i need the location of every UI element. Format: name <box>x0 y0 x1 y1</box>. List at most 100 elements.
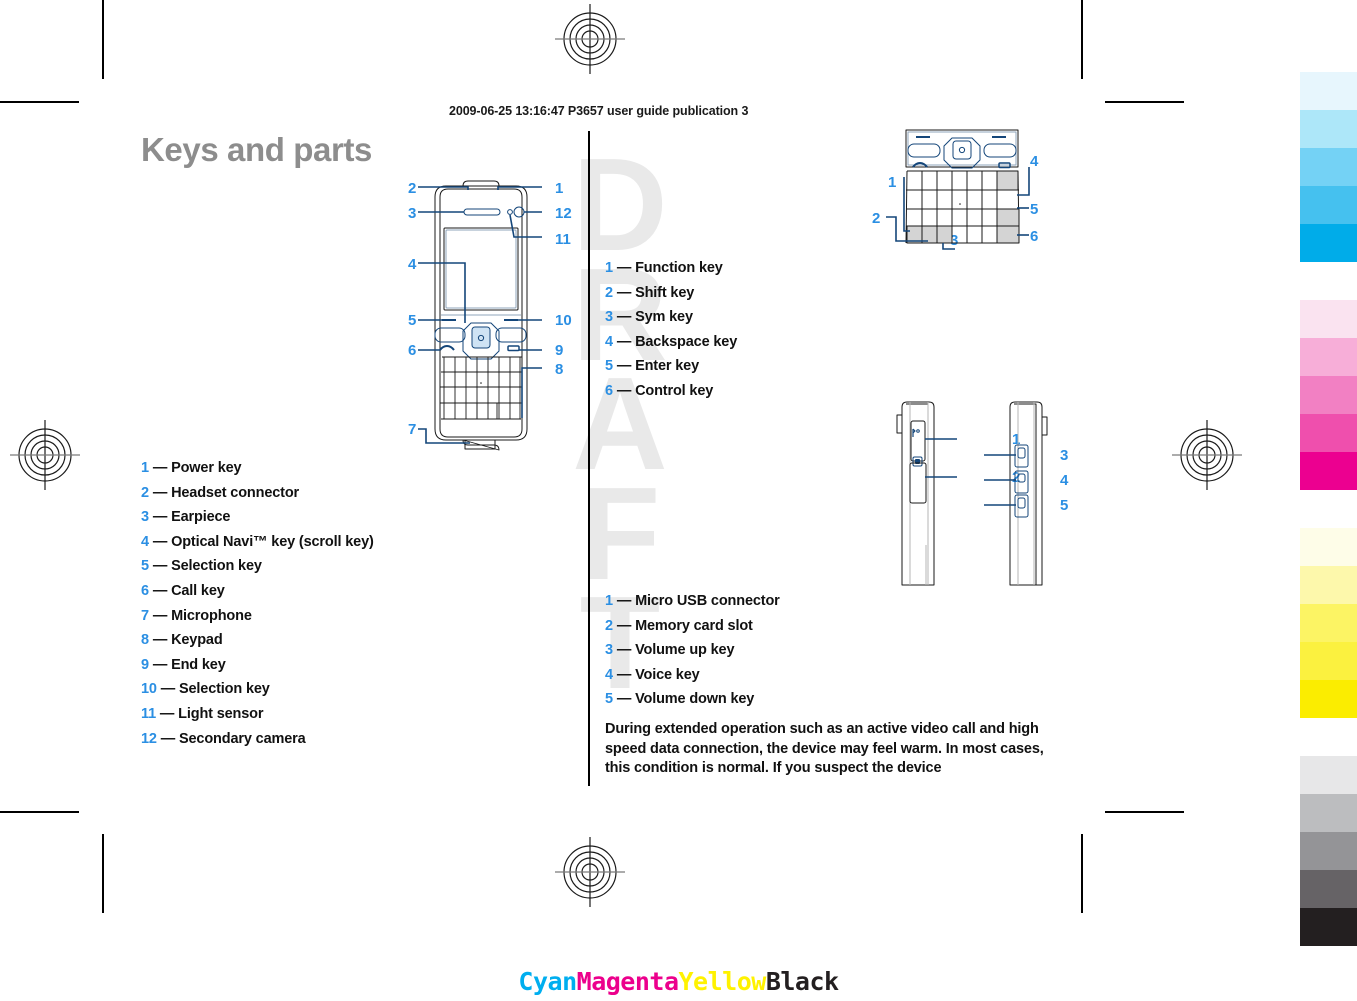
legend-label: Control key <box>635 382 714 399</box>
legend-item: 6 — Call key <box>141 579 374 604</box>
registration-target-top <box>555 4 625 74</box>
phone-keyboard-diagram <box>872 125 1062 260</box>
legend-number: 2 <box>605 617 613 634</box>
legend-number: 4 <box>605 666 613 683</box>
color-group-gap <box>1300 718 1357 756</box>
color-swatch <box>1300 756 1357 794</box>
legend-label: Enter key <box>635 358 699 375</box>
color-swatch <box>1300 528 1357 566</box>
legend-dash: — <box>616 593 632 609</box>
color-swatch <box>1300 224 1357 262</box>
color-swatch <box>1300 680 1357 718</box>
color-swatch <box>1300 72 1357 110</box>
legend-dash: — <box>616 309 632 326</box>
registration-target-left <box>10 420 80 490</box>
cmyk-caption: CyanMagentaYellowBlack <box>0 967 1357 996</box>
legend-dash: — <box>152 607 168 624</box>
legend-dash: — <box>152 582 168 599</box>
color-swatch <box>1300 186 1357 224</box>
legend-dash: — <box>160 681 176 698</box>
crop-mark-bottom-left-horizontal <box>0 811 79 813</box>
press-color-control-bar <box>1300 72 1357 946</box>
legend-item: 2 — Memory card slot <box>605 614 780 639</box>
legend-label: Selection key <box>171 558 262 575</box>
legend-item: 2 — Headset connector <box>141 481 374 506</box>
cmyk-label-cyan: Cyan <box>518 967 577 996</box>
color-group-cyan <box>1300 72 1357 262</box>
color-group-black <box>1300 756 1357 946</box>
color-swatch <box>1300 300 1357 338</box>
legend-number: 1 <box>605 260 613 276</box>
legend-dash: — <box>152 558 168 575</box>
color-group-gap <box>1300 262 1357 300</box>
legend-dash: — <box>152 632 168 649</box>
legend-dash: — <box>152 533 168 550</box>
legend-label: Backspace key <box>635 333 738 350</box>
registration-target-bottom <box>555 837 625 907</box>
legend-dash: — <box>616 617 632 634</box>
legend-label: Micro USB connector <box>635 593 780 609</box>
legend-item: 1 — Function key <box>605 256 737 281</box>
body-paragraph: During extended operation such as an act… <box>605 721 1044 777</box>
legend-number: 7 <box>141 607 149 624</box>
cmyk-label-magenta: Magenta <box>576 967 679 996</box>
legend-number: 10 <box>141 681 157 698</box>
legend-number: 5 <box>605 691 613 708</box>
crop-mark-bottom-left-vertical <box>102 834 104 913</box>
legend-number: 5 <box>605 358 613 375</box>
legend-dash: — <box>616 358 632 375</box>
color-swatch <box>1300 604 1357 642</box>
color-swatch <box>1300 832 1357 870</box>
phone-front-view-diagram <box>400 175 600 460</box>
color-swatch <box>1300 110 1357 148</box>
legend-label: Secondary camera <box>178 730 306 747</box>
legend-number: 2 <box>605 284 613 301</box>
color-swatch <box>1300 908 1357 946</box>
page-title: Keys and parts <box>141 131 372 168</box>
crop-mark-top-right-horizontal <box>1105 101 1184 103</box>
legend-label: Selection key <box>178 681 270 698</box>
legend-dash: — <box>616 382 632 399</box>
legend-label: Shift key <box>635 284 695 301</box>
legend-label: Keypad <box>171 632 223 649</box>
legend-dash: — <box>152 484 168 501</box>
legend-item: 5 — Selection key <box>141 554 374 579</box>
legend-label: Light sensor <box>178 705 264 722</box>
legend-number: 3 <box>605 309 613 326</box>
color-group-yellow <box>1300 528 1357 718</box>
legend-item: 4 — Voice key <box>605 663 780 688</box>
legend-dash: — <box>152 656 168 673</box>
legend-label: Sym key <box>635 309 693 326</box>
cmyk-label-black: Black <box>765 967 839 996</box>
legend-item: 1 — Power key <box>141 456 374 481</box>
crop-mark-top-left-horizontal <box>0 101 79 103</box>
legend-item: 8 — Keypad <box>141 628 374 653</box>
crop-mark-bottom-right-horizontal <box>1105 811 1184 813</box>
color-swatch <box>1300 452 1357 490</box>
color-swatch <box>1300 414 1357 452</box>
legend-dash: — <box>160 730 176 747</box>
legend-number: 9 <box>141 656 149 673</box>
legend-number: 6 <box>141 582 149 599</box>
color-swatch <box>1300 870 1357 908</box>
legend-item: 4 — Backspace key <box>605 330 737 355</box>
legend-item: 3 — Earpiece <box>141 505 374 530</box>
legend-number: 5 <box>141 558 149 575</box>
legend-label: Power key <box>171 460 242 476</box>
legend-number: 1 <box>605 593 613 609</box>
legend-label: End key <box>171 656 226 673</box>
color-swatch <box>1300 794 1357 832</box>
legend-label: Voice key <box>635 666 700 683</box>
legend-number: 8 <box>141 632 149 649</box>
crop-mark-top-right-vertical <box>1081 0 1083 79</box>
color-group-magenta <box>1300 300 1357 490</box>
legend-dash: — <box>616 260 632 276</box>
legend-item: 6 — Control key <box>605 379 737 404</box>
side-view-legend: 1 — Micro USB connector 2 — Memory card … <box>605 589 780 712</box>
legend-label: Call key <box>171 582 225 599</box>
color-swatch <box>1300 376 1357 414</box>
legend-label: Headset connector <box>171 484 300 501</box>
legend-item: 3 — Sym key <box>605 305 737 330</box>
cmyk-label-yellow: Yellow <box>678 967 767 996</box>
registration-target-right <box>1172 420 1242 490</box>
